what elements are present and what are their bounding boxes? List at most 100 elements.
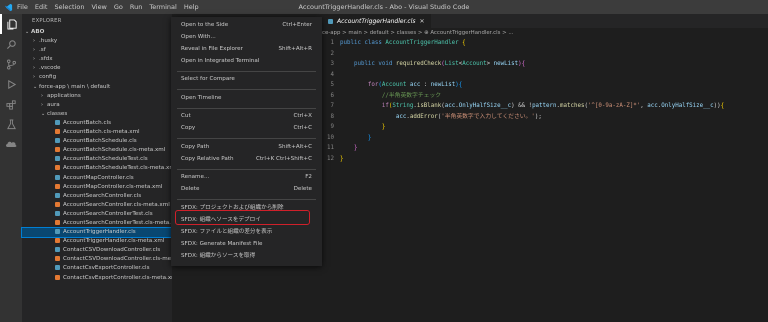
menu-item-cut[interactable]: Cut Ctrl+X [171,110,322,122]
run-debug-icon[interactable] [0,74,22,94]
tree-item-label: applications [47,92,81,99]
file-item[interactable]: ContactCSVDownloadController.cls-meta.xm… [22,255,172,264]
code-line: 8 acc. addError('半角英数字で入力してください。'); [330,113,542,120]
extensions-icon[interactable] [0,94,22,114]
code-line: 1 public class AccountTriggerHandler { [330,40,466,46]
explorer-title: EXPLORER [32,18,62,24]
tree-item-label: AccountMapController.cls [63,174,134,181]
close-icon[interactable]: ✕ [420,18,425,25]
menu-separator [177,138,316,139]
source-control-icon[interactable] [0,54,22,74]
editor-area: AccountTriggerHandler.cls ✕ ce-app > mai… [322,14,768,322]
file-item[interactable]: AccountMapController.cls [22,174,172,183]
file-item[interactable]: AccountBatch.cls [22,119,172,128]
menu-run[interactable]: Run [130,3,142,11]
file-item[interactable]: AccountSearchControllerTest.cls-meta.xml [22,219,172,228]
file-item[interactable]: ContactCsvExportController.cls-meta.xml [22,274,172,283]
breadcrumb[interactable]: ce-app > main > default > classes > ⊕ Ac… [322,28,768,38]
menu-item-open-in-terminal[interactable]: Open in Integrated Terminal [171,55,322,67]
code-line: 11 } [327,145,358,151]
folder-item[interactable]: › .sf [22,46,172,55]
tree-item-label: .sfdx [39,56,53,63]
tree-item-label: AccountBatchSchedule.cls [63,138,137,145]
explorer-panel: EXPLORER ⌄ ABO › .husky › .sf › .sfdx › .vscode › c… [21,14,173,322]
file-item[interactable]: AccountSearchControllerTest.cls [22,210,172,219]
tree-item-label: ABO [31,29,45,35]
tree-item-label: AccountSearchController.cls-meta.xml [63,201,170,208]
xml-file-icon [55,274,60,280]
menu-item-select-for-compare[interactable]: Select for Compare [171,73,322,85]
folder-item[interactable]: › aura [22,101,172,110]
tree-item-label: force-app \ main \ default [39,83,111,90]
menu-edit[interactable]: Edit [35,3,48,11]
file-item[interactable]: AccountBatchScheduleTest.cls-meta.xml [22,164,172,173]
tree-item-label: .sf [39,47,46,54]
menu-go[interactable]: Go [114,3,123,11]
tree-item-label: AccountBatch.cls [63,119,111,126]
menu-terminal[interactable]: Terminal [149,3,176,11]
highlight-annotation [175,210,310,225]
explorer-icon[interactable] [0,14,22,34]
tab-bar: AccountTriggerHandler.cls ✕ [322,14,768,28]
search-icon[interactable] [0,34,22,54]
menu-separator [177,169,316,170]
file-item[interactable]: ContactCsvExportController.cls [22,264,172,273]
tree-item-label: AccountBatchScheduleTest.cls-meta.xml [63,165,172,172]
file-item[interactable]: AccountBatch.cls-meta.xml [22,128,172,137]
menu-item-reveal-in-explorer[interactable]: Reveal in File Explorer Shift+Alt+R [171,43,322,55]
tree-item-label: aura [47,101,60,108]
menu-item-copy[interactable]: Copy Ctrl+C [171,122,322,134]
folder-item[interactable]: › config [22,73,172,82]
code-line: 9 } [330,124,386,130]
folder-item[interactable]: › .husky [22,37,172,46]
file-tree: ⌄ ABO › .husky › .sf › .sfdx › .vscode › config ⌄ for… [21,28,173,283]
folder-item[interactable]: ⌄ classes [22,110,172,119]
menu-help[interactable]: Help [184,3,199,11]
folder-item[interactable]: › .sfdx [22,55,172,64]
tab-account-trigger-handler[interactable]: AccountTriggerHandler.cls ✕ [322,14,431,28]
menu-item-open-to-side[interactable]: Open to the Side Ctrl+Enter [171,19,322,31]
file-item[interactable]: AccountBatchScheduleTest.cls [22,155,172,164]
file-item[interactable]: AccountSearchController.cls-meta.xml [22,201,172,210]
folder-item[interactable]: ⌄ force-app \ main \ default [22,83,172,92]
menu-item-sfdx-diff-file-against-org[interactable]: SFDX: ファイルと組織の差分を表示 [171,226,322,238]
file-item[interactable]: AccountSearchController.cls [22,192,172,201]
code-editor[interactable]: 1 public class AccountTriggerHandler { 2 … [322,38,768,164]
xml-file-icon [55,201,60,207]
menu-selection[interactable]: Selection [54,3,84,11]
file-item[interactable]: ContactCSVDownloadController.cls [22,246,172,255]
apex-file-icon [55,229,60,235]
title-bar: File Edit Selection View Go Run Terminal… [0,0,768,14]
menu-item-sfdx-generate-manifest[interactable]: SFDX: Generate Manifest File [171,238,322,250]
file-item[interactable]: AccountBatchSchedule.cls [22,137,172,146]
tree-item-label: AccountSearchControllerTest.cls [63,210,153,217]
tree-item-label: AccountSearchController.cls [63,192,142,199]
folder-item[interactable]: ⌄ ABO [22,28,172,37]
code-line: 5 for(Account acc : newList){ [330,82,463,88]
file-item[interactable]: AccountTriggerHandler.cls [21,227,173,239]
file-item[interactable]: AccountTriggerHandler.cls-meta.xml [22,237,172,246]
menu-view[interactable]: View [91,3,106,11]
testing-icon[interactable] [0,114,22,134]
menu-item-open-with[interactable]: Open With... [171,31,322,43]
file-item[interactable]: AccountMapController.cls-meta.xml [22,183,172,192]
apex-file-icon [55,192,60,198]
file-item[interactable]: AccountBatchSchedule.cls-meta.xml [22,146,172,155]
code-line: 6 //半角英数字チェック [330,92,442,99]
menu-item-copy-path[interactable]: Copy Path Shift+Alt+C [171,141,322,153]
menu-item-sfdx-retrieve-source-from-org[interactable]: SFDX: 組織からソースを取得 [171,250,322,262]
salesforce-icon[interactable] [0,134,22,154]
apex-file-icon [55,265,60,271]
menu-separator [177,108,316,109]
menu-item-open-timeline[interactable]: Open Timeline [171,92,322,104]
menu-item-copy-relative-path[interactable]: Copy Relative Path Ctrl+K Ctrl+Shift+C [171,153,322,165]
tree-item-label: ContactCsvExportController.cls [63,265,150,272]
menu-item-rename[interactable]: Rename... F2 [171,171,322,183]
menu-file[interactable]: File [17,3,28,11]
xml-file-icon [55,183,60,189]
folder-item[interactable]: › .vscode [22,64,172,73]
menu-separator [177,71,316,72]
tree-item-label: .vscode [39,65,61,72]
menu-item-delete[interactable]: Delete Delete [171,183,322,195]
folder-item[interactable]: › applications [22,92,172,101]
